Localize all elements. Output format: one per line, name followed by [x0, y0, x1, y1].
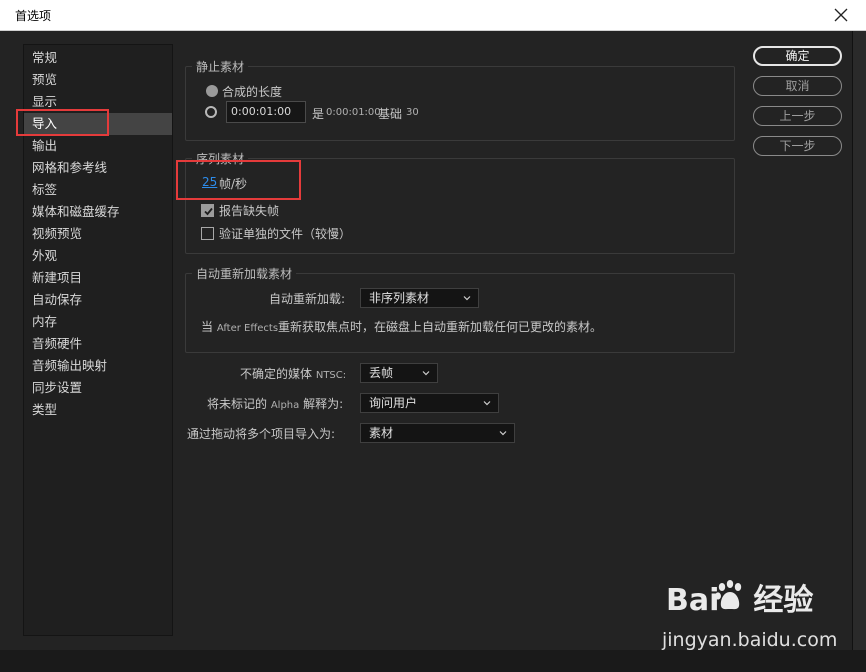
dialog-title: 首选项 [15, 9, 52, 23]
radio-custom-duration[interactable] [205, 106, 217, 118]
alpha-value: 询问用户 [369, 396, 418, 410]
drag-import-value: 素材 [369, 426, 394, 440]
sidebar-item-appearance[interactable]: 外观 [24, 245, 172, 267]
ntsc-label: 不确定的媒体 NTSC: [240, 365, 346, 382]
sidebar-item-previews[interactable]: 预览 [24, 69, 172, 91]
note-prefix: 当 [201, 320, 214, 334]
sidebar-item-display[interactable]: 显示 [24, 91, 172, 113]
sidebar-item-sync-settings[interactable]: 同步设置 [24, 377, 172, 399]
category-list: 常规 预览 显示 导入 输出 网格和参考线 标签 媒体和磁盘缓存 视频预览 外观… [23, 44, 173, 636]
fps-unit: 帧/秒 [219, 177, 248, 191]
sidebar-item-audio-hardware[interactable]: 音频硬件 [24, 333, 172, 355]
drag-import-select[interactable]: 素材 [360, 423, 515, 443]
alpha-select[interactable]: 询问用户 [360, 393, 499, 413]
auto-reload-label: 自动重新加载: [269, 292, 346, 306]
note-suffix: 重新获取焦点时，在磁盘上自动重新加载任何已更改的素材。 [278, 320, 603, 334]
report-missing-checkbox[interactable] [201, 204, 214, 217]
sidebar-item-memory[interactable]: 内存 [24, 311, 172, 333]
alpha-label-prefix: 将未标记的 [207, 397, 268, 411]
sidebar-item-audio-output-mapping[interactable]: 音频输出映射 [24, 355, 172, 377]
is-label: 是 [312, 107, 325, 121]
chevron-down-icon [463, 296, 471, 301]
comp-length-label: 合成的长度 [222, 85, 283, 99]
sidebar-item-new-project[interactable]: 新建项目 [24, 267, 172, 289]
report-missing-label: 报告缺失帧 [219, 204, 280, 218]
chevron-down-icon [499, 431, 507, 436]
base-value: 30 [406, 107, 419, 118]
auto-reload-value: 非序列素材 [369, 291, 430, 305]
sequence-footage-title: 序列素材 [192, 150, 249, 167]
sidebar-item-auto-save[interactable]: 自动保存 [24, 289, 172, 311]
still-footage-title: 静止素材 [192, 58, 249, 75]
base-label: 基础 [378, 107, 403, 121]
ok-button[interactable]: 确定 [753, 46, 842, 66]
preferences-dialog: 首选项 常规 预览 显示 导入 输出 网格和参考线 标签 媒体和磁盘缓存 视频预… [0, 0, 866, 672]
sidebar-item-general[interactable]: 常规 [24, 47, 172, 69]
watermark-brand-latin: Bai [666, 583, 720, 618]
next-button[interactable]: 下一步 [753, 136, 842, 156]
verify-single-checkbox[interactable] [201, 227, 214, 240]
baidu-watermark: Bai 经验 jingyan.baidu.com [660, 575, 860, 655]
alpha-label-mid: Alpha [270, 400, 300, 411]
drag-import-label: 通过拖动将多个项目导入为: [187, 427, 336, 441]
auto-reload-group [185, 273, 735, 353]
close-icon[interactable] [830, 4, 852, 26]
ntsc-label-suffix: NTSC: [315, 370, 347, 381]
verify-single-label: 验证单独的文件（较慢） [219, 227, 352, 241]
radio-comp-length[interactable] [206, 85, 218, 97]
checkmark-icon [204, 207, 213, 216]
paw-logo-icon [715, 580, 742, 610]
sidebar-item-video-preview[interactable]: 视频预览 [24, 223, 172, 245]
watermark-brand-cn: 经验 [753, 583, 814, 618]
is-value: 0:00:01:00 [326, 107, 381, 118]
ntsc-select[interactable]: 丢帧 [360, 363, 438, 383]
duration-input[interactable]: 0:00:01:00 [226, 101, 306, 123]
auto-reload-select[interactable]: 非序列素材 [360, 288, 479, 308]
alpha-label: 将未标记的 Alpha 解释为: [207, 395, 343, 412]
auto-reload-note: 当 After Effects重新获取焦点时，在磁盘上自动重新加载任何已更改的素… [201, 318, 602, 335]
sidebar-item-import[interactable]: 导入 [24, 113, 172, 135]
sidebar-item-type[interactable]: 类型 [24, 399, 172, 421]
note-app: After Effects [216, 323, 279, 334]
previous-button[interactable]: 上一步 [753, 106, 842, 126]
title-bar: 首选项 [0, 0, 866, 31]
ntsc-value: 丢帧 [369, 366, 394, 380]
sidebar-item-output[interactable]: 输出 [24, 135, 172, 157]
alpha-label-suffix: 解释为: [303, 397, 344, 411]
watermark-url: jingyan.baidu.com [662, 629, 838, 651]
chevron-down-icon [483, 401, 491, 406]
fps-value-scrub[interactable]: 25 [202, 175, 217, 189]
sidebar-item-labels[interactable]: 标签 [24, 179, 172, 201]
ntsc-label-prefix: 不确定的媒体 [240, 367, 313, 381]
cancel-button[interactable]: 取消 [753, 76, 842, 96]
sidebar-item-grids-guides[interactable]: 网格和参考线 [24, 157, 172, 179]
chevron-down-icon [422, 371, 430, 376]
sidebar-item-media-cache[interactable]: 媒体和磁盘缓存 [24, 201, 172, 223]
auto-reload-title: 自动重新加载素材 [192, 265, 297, 282]
